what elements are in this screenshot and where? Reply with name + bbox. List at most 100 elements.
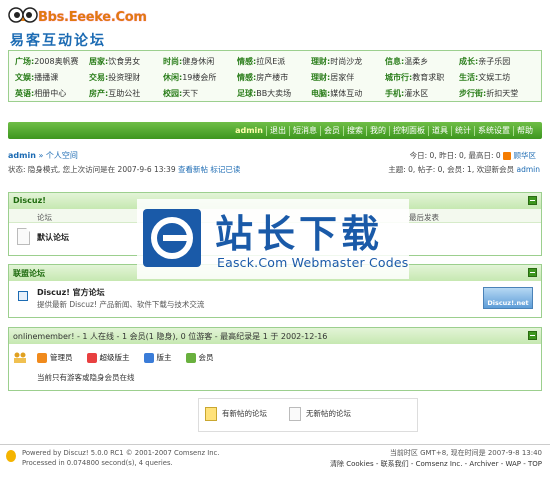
category-value[interactable]: 19楼会所 xyxy=(182,73,216,82)
category-value[interactable]: 文娱工坊 xyxy=(478,73,510,82)
category-item[interactable]: 房产:互助公社 xyxy=(89,88,163,99)
online-title[interactable]: onlinemember! - 1 人在线 - 1 会员(1 隐身), 0 位游… xyxy=(13,332,327,341)
category-item[interactable]: 情感:房产楼市 xyxy=(237,72,311,83)
category-value[interactable]: 居家伴 xyxy=(330,73,354,82)
category-key: 信息: xyxy=(385,56,405,66)
category-item[interactable]: 英语:相册中心 xyxy=(15,88,89,99)
footer-right: 当前时区 GMT+8, 现在时间是 2007-9-8 13:40 清除 Cook… xyxy=(330,448,542,470)
category-value[interactable]: 折扣天堂 xyxy=(486,89,518,98)
category-value[interactable]: 投资理财 xyxy=(108,73,140,82)
rss-icon[interactable] xyxy=(503,152,512,160)
category-value[interactable]: 媒体互动 xyxy=(330,89,362,98)
category-item[interactable]: 手机:灌水区 xyxy=(385,88,459,99)
nav-item[interactable]: 帮助 xyxy=(513,125,536,136)
group-label: 版主 xyxy=(156,353,172,362)
category-item[interactable]: 校园:天下 xyxy=(163,88,237,99)
site-logo[interactable]: Bbs.Eeeke.Com 易客互动论坛 xyxy=(6,4,147,49)
category-item[interactable]: 成长:亲子乐园 xyxy=(459,56,533,67)
category-value[interactable]: 互助公社 xyxy=(108,89,140,98)
category-value[interactable]: 教育求职 xyxy=(412,73,444,82)
collapse-icon[interactable] xyxy=(528,331,537,340)
category-value[interactable]: 亲子乐园 xyxy=(478,57,510,66)
view-new-posts-link[interactable]: 查看新帖 xyxy=(178,165,208,174)
collapse-icon[interactable] xyxy=(528,268,537,277)
nav-item[interactable]: 道具 xyxy=(428,125,451,136)
category-panel: 广场:2008奥帆赛 居家:饮食男女 时尚:健身休闲 情感:拉风E派 理财:时尚沙龙 信息… xyxy=(8,50,542,102)
category-value[interactable]: 拉风E派 xyxy=(256,57,285,66)
stats-members: 主题: 0, 帖子: 0, 会员: 1, 欢迎新会员 xyxy=(388,165,515,174)
category-value[interactable]: 温柔乡 xyxy=(404,57,428,66)
category-value[interactable]: 播播课 xyxy=(34,73,58,82)
category-value[interactable]: 灌水区 xyxy=(404,89,428,98)
category-item[interactable]: 理财:时尚沙龙 xyxy=(311,56,385,67)
category-value[interactable]: 健身休闲 xyxy=(182,57,214,66)
category-value[interactable]: 2008奥帆赛 xyxy=(34,57,78,66)
alliance-forum-icon xyxy=(18,291,28,301)
category-item[interactable]: 交易:投资理财 xyxy=(89,72,163,83)
watermark-title: 站长下载 xyxy=(215,212,384,256)
alliance-forum-name[interactable]: Discuz! 官方论坛 xyxy=(37,287,105,298)
nav-item[interactable]: 控制面板 xyxy=(389,125,428,136)
forum-status-icon xyxy=(17,228,30,245)
category-key: 手机: xyxy=(385,88,405,98)
category-value[interactable]: 房产楼市 xyxy=(256,73,288,82)
mark-read-link[interactable]: 标记已读 xyxy=(210,165,240,174)
collapse-icon[interactable] xyxy=(528,196,537,205)
forum-name[interactable]: 默认论坛 xyxy=(37,233,69,242)
group-label: 超级版主 xyxy=(99,353,130,362)
category-key: 理财: xyxy=(311,72,331,82)
nav-item[interactable]: admin xyxy=(232,126,266,136)
section-title[interactable]: 联盟论坛 xyxy=(13,269,45,278)
category-item[interactable]: 信息:温柔乡 xyxy=(385,56,459,67)
nav-item[interactable]: 统计 xyxy=(451,125,474,136)
rss-link[interactable]: 顾华区 xyxy=(514,151,537,160)
category-item[interactable]: 理财:居家伴 xyxy=(311,72,385,83)
category-key: 理财: xyxy=(311,56,331,66)
nav-item[interactable]: 短消息 xyxy=(289,125,320,136)
nav-item[interactable]: 会员 xyxy=(320,125,343,136)
watermark-logo-icon xyxy=(143,209,201,267)
stats-line2: 主题: 0, 帖子: 0, 会员: 1, 欢迎新会员 admin xyxy=(388,164,540,175)
discuz-badge[interactable]: Discuz!.net xyxy=(483,287,533,309)
category-item[interactable]: 城市行:教育求职 xyxy=(385,72,459,83)
nav-item[interactable]: 退出 xyxy=(266,125,289,136)
category-item[interactable]: 居家:饮食男女 xyxy=(89,56,163,67)
category-item[interactable]: 足球:BB大卖场 xyxy=(237,88,311,99)
category-key: 城市行: xyxy=(385,72,413,82)
powered-by[interactable]: Powered by Discuz! 5.0.0 RC1 © 2001-2007… xyxy=(22,448,219,458)
category-value[interactable]: 天下 xyxy=(182,89,198,98)
stats-line1: 今日: 0, 昨日: 0, 最高日: 0 顾华区 xyxy=(410,150,536,161)
category-item[interactable]: 电脑:媒体互动 xyxy=(311,88,385,99)
group-label: 会员 xyxy=(198,353,214,362)
footer-left: Powered by Discuz! 5.0.0 RC1 © 2001-2007… xyxy=(22,448,219,468)
breadcrumb-user[interactable]: admin xyxy=(8,151,36,160)
nav-item[interactable]: 系统设置 xyxy=(474,125,513,136)
category-item[interactable]: 情感:拉风E派 xyxy=(237,56,311,67)
category-item[interactable]: 文娱:播播课 xyxy=(15,72,89,83)
nav-item[interactable]: 搜索 xyxy=(343,125,366,136)
breadcrumb-section[interactable]: 个人空间 xyxy=(46,151,78,160)
category-item[interactable]: 广场:2008奥帆赛 xyxy=(15,56,89,67)
footer-links[interactable]: 清除 Cookies - 联系我们 - Comsenz Inc. - Archi… xyxy=(330,459,542,470)
forum-legend: 有新帖的论坛 无新帖的论坛 xyxy=(198,398,418,432)
category-item[interactable]: 步行街:折扣天堂 xyxy=(459,88,533,99)
category-key: 足球: xyxy=(237,88,257,98)
breadcrumb: admin » 个人空间 xyxy=(8,150,78,161)
stats-counts: 今日: 0, 昨日: 0, 最高日: 0 xyxy=(409,151,501,160)
category-value[interactable]: BB大卖场 xyxy=(256,89,291,98)
category-item[interactable]: 时尚:健身休闲 xyxy=(163,56,237,67)
group-icon xyxy=(143,353,154,363)
category-key: 广场: xyxy=(15,56,35,66)
category-value[interactable]: 时尚沙龙 xyxy=(330,57,362,66)
alliance-row: Discuz! 官方论坛 提供最新 Discuz! 产品新闻、软件下载与技术交流… xyxy=(9,281,541,317)
category-value[interactable]: 相册中心 xyxy=(34,89,66,98)
category-item[interactable]: 生活:文娱工坊 xyxy=(459,72,533,83)
category-value[interactable]: 饮食男女 xyxy=(108,57,140,66)
nav-item[interactable]: 我的 xyxy=(366,125,389,136)
section-title[interactable]: Discuz! xyxy=(13,196,46,205)
new-member-link[interactable]: admin xyxy=(517,165,541,174)
category-item[interactable]: 休闲:19楼会所 xyxy=(163,72,237,83)
category-row: 文娱:播播课 交易:投资理财 休闲:19楼会所 情感:房产楼市 理财:居家伴 城市行:教育… xyxy=(15,69,541,85)
category-row: 英语:相册中心 房产:互助公社 校园:天下 足球:BB大卖场 电脑:媒体互动 手机:灌水区… xyxy=(15,85,541,101)
watermark-sub: Easck.Com Webmaster Codes xyxy=(217,255,409,270)
